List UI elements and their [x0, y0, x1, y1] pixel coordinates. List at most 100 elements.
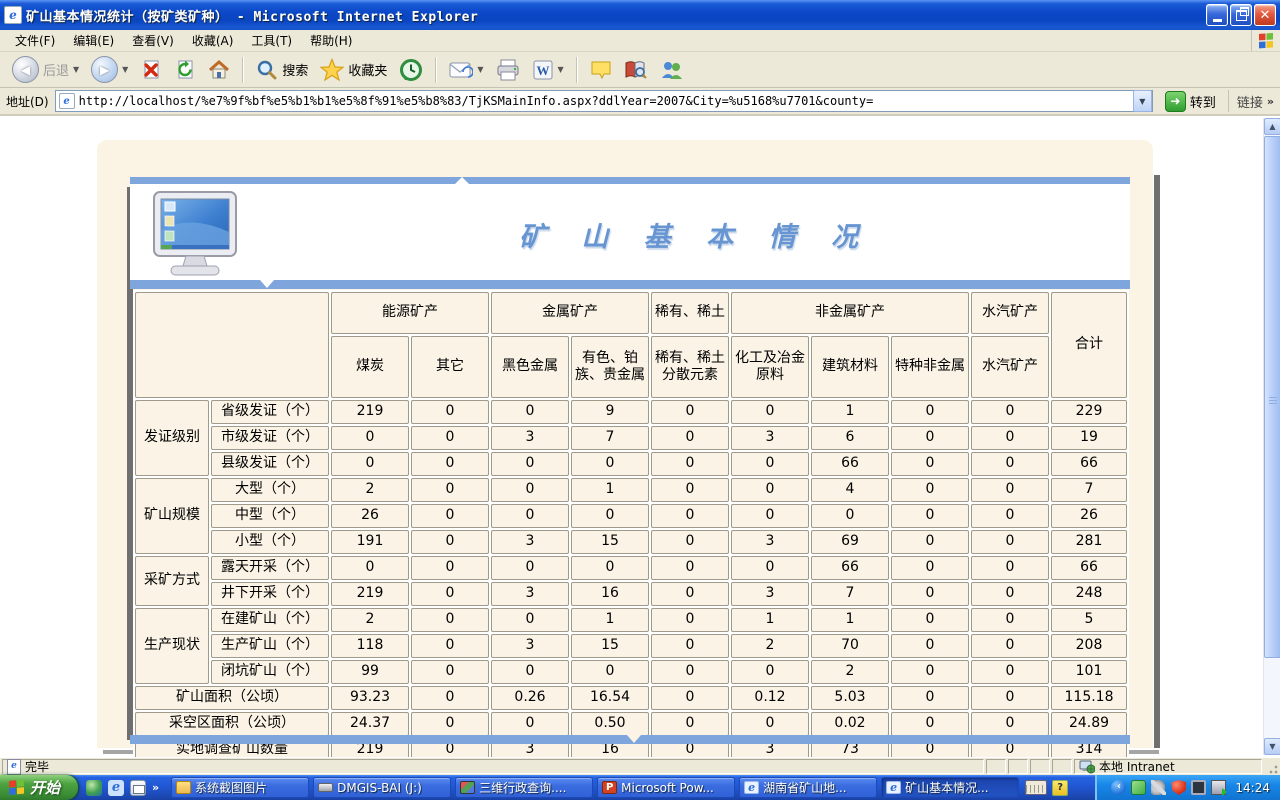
- desktop-globe-icon[interactable]: [86, 780, 102, 796]
- table-cell: 229: [1051, 400, 1127, 424]
- row-label: 在建矿山（个）: [211, 608, 329, 632]
- table-row: 井下开采（个）219031603700248: [135, 582, 1127, 606]
- table-cell: 115.18: [1051, 686, 1127, 710]
- quick-launch-bar: e »: [78, 780, 167, 796]
- home-button[interactable]: [204, 56, 234, 84]
- table-cell: 0: [491, 660, 569, 684]
- close-button[interactable]: ✕: [1254, 4, 1276, 26]
- table-cell: 0: [971, 660, 1049, 684]
- start-windows-flag-icon: [8, 779, 25, 796]
- favorites-button[interactable]: 收藏夹: [316, 56, 391, 84]
- taskbar-button[interactable]: DMGIS-BAI (J:): [313, 777, 451, 798]
- table-cell: 0: [411, 608, 489, 632]
- table-cell: 1: [571, 478, 649, 502]
- table-cell: 0: [651, 530, 729, 554]
- volume-icon[interactable]: [1151, 780, 1166, 795]
- table-cell: 6: [811, 426, 889, 450]
- table-cell: 0: [971, 478, 1049, 502]
- vertical-scrollbar[interactable]: ▲ ▼: [1263, 118, 1280, 755]
- go-label: 转到: [1190, 92, 1216, 111]
- table-cell: 0: [891, 400, 969, 424]
- start-label: 开始: [30, 777, 60, 798]
- menu-item[interactable]: 帮助(H): [301, 29, 361, 52]
- history-clock-icon: [399, 58, 423, 82]
- taskbar-button[interactable]: PMicrosoft Pow...: [597, 777, 735, 798]
- table-cell: 66: [1051, 452, 1127, 476]
- security-shield-icon[interactable]: [1171, 780, 1186, 795]
- table-cell: 0.26: [491, 686, 569, 710]
- table-cell: 24.37: [331, 712, 409, 736]
- hide-tray-icons-button[interactable]: ‹: [1111, 780, 1126, 795]
- taskbar-button[interactable]: e矿山基本情况...: [881, 777, 1019, 798]
- restore-button[interactable]: [1230, 4, 1252, 26]
- mail-dropdown-icon: ▼: [477, 65, 483, 74]
- refresh-button[interactable]: [170, 56, 200, 84]
- minimize-button[interactable]: [1206, 4, 1228, 26]
- zone-label: 本地 Intranet: [1099, 758, 1175, 775]
- table-cell: 0: [411, 660, 489, 684]
- messenger-button[interactable]: [656, 56, 688, 84]
- table-cell: 0: [891, 504, 969, 528]
- word-edit-icon: W: [532, 59, 554, 81]
- taskbar-button[interactable]: 系统截图图片: [171, 777, 309, 798]
- row-label: 省级发证（个）: [211, 400, 329, 424]
- table-cell: 0: [411, 634, 489, 658]
- column-header: 特种非金属: [891, 336, 969, 398]
- title-bar: e 矿山基本情况统计（按矿类矿种） - Microsoft Internet E…: [0, 0, 1280, 30]
- table-cell: 1: [811, 400, 889, 424]
- table-cell: 0: [811, 504, 889, 528]
- start-button[interactable]: 开始: [0, 775, 78, 800]
- note-icon: [590, 59, 612, 81]
- go-button[interactable]: ➜ 转到: [1159, 90, 1222, 113]
- table-cell: 0: [491, 608, 569, 632]
- network-activity-icon[interactable]: [1211, 780, 1226, 795]
- table-cell: 0: [971, 686, 1049, 710]
- mail-button[interactable]: ▼: [445, 56, 487, 84]
- print-button[interactable]: [492, 56, 524, 84]
- table-cell: 66: [811, 452, 889, 476]
- scroll-up-button[interactable]: ▲: [1264, 118, 1280, 135]
- menu-item[interactable]: 收藏(A): [183, 29, 243, 52]
- internet-explorer-icon[interactable]: e: [108, 780, 124, 796]
- forward-button[interactable]: ▶ ▼: [87, 56, 132, 84]
- column-header: 其它: [411, 336, 489, 398]
- research-button[interactable]: [620, 56, 652, 84]
- table-cell: 0: [891, 712, 969, 736]
- table-cell: 15: [571, 634, 649, 658]
- links-menu[interactable]: 链接 »: [1228, 90, 1274, 112]
- table-cell: 1: [571, 608, 649, 632]
- row-label: 露天开采（个）: [211, 556, 329, 580]
- menu-item[interactable]: 文件(F): [6, 29, 64, 52]
- edit-button[interactable]: W ▼: [528, 56, 568, 84]
- menu-item[interactable]: 工具(T): [242, 29, 301, 52]
- taskbar-button[interactable]: e湖南省矿山地...: [739, 777, 877, 798]
- taskbar-button[interactable]: 三维行政查询....: [455, 777, 593, 798]
- scrollbar-thumb[interactable]: [1264, 136, 1280, 658]
- history-button[interactable]: [395, 56, 427, 84]
- stop-button[interactable]: [136, 56, 166, 84]
- menu-item[interactable]: 查看(V): [123, 29, 183, 52]
- language-help-icon[interactable]: ?: [1052, 780, 1068, 796]
- table-row: 矿山规模大型（个）2001004007: [135, 478, 1127, 502]
- scroll-down-button[interactable]: ▼: [1264, 738, 1280, 755]
- tray-green-icon[interactable]: [1131, 780, 1146, 795]
- table-cell: 24.89: [1051, 712, 1127, 736]
- search-button[interactable]: 搜索: [252, 56, 312, 84]
- menu-item[interactable]: 编辑(E): [64, 29, 123, 52]
- outlook-express-icon[interactable]: [130, 780, 146, 796]
- display-settings-icon[interactable]: [1191, 780, 1206, 795]
- browser-viewport: 矿 山 基 本 情 况 能源矿产金属矿产稀有、稀土非金属矿产水汽矿产合计煤炭其它…: [0, 116, 1280, 757]
- table-cell: 19: [1051, 426, 1127, 450]
- address-dropdown-button[interactable]: ▼: [1133, 90, 1152, 112]
- table-cell: 3: [491, 530, 569, 554]
- keyboard-layout-icon[interactable]: [1025, 780, 1047, 795]
- address-input[interactable]: e http://localhost/%e7%9f%bf%e5%b1%b1%e5…: [55, 90, 1153, 112]
- quicklaunch-overflow-chevron[interactable]: »: [152, 781, 159, 794]
- back-label: 后退: [43, 60, 69, 79]
- drive-icon: [318, 783, 333, 792]
- row-label: 大型（个）: [211, 478, 329, 502]
- discuss-note-button[interactable]: [586, 56, 616, 84]
- back-button[interactable]: ◀ 后退 ▼: [8, 56, 83, 84]
- resize-grip[interactable]: [1264, 759, 1278, 774]
- row-label: 小型（个）: [211, 530, 329, 554]
